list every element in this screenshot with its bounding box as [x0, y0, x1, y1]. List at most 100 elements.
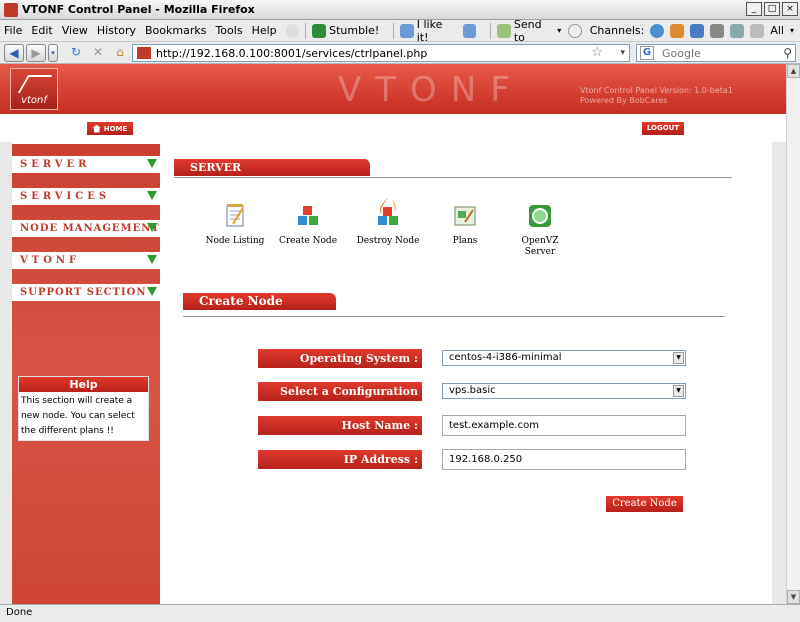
google-icon[interactable]: G [640, 46, 654, 60]
sidebar-item-label: NODE MANAGEMENT [20, 223, 160, 234]
version-line: Vtonf Control Panel Version: 1.0-beta1 [580, 86, 733, 95]
vertical-scrollbar[interactable]: ▲ ▼ [786, 64, 800, 604]
os-select-value: centos-4-i386-minimal [449, 352, 562, 363]
url-dropdown-icon[interactable]: ▾ [620, 45, 625, 61]
photos-icon[interactable] [690, 23, 705, 38]
menu-edit[interactable]: Edit [31, 24, 52, 37]
sidebar-item-node-management[interactable]: NODE MANAGEMENT [12, 220, 160, 237]
send-to-button[interactable]: Send to ▾ [497, 18, 582, 44]
tv-icon[interactable] [710, 23, 725, 38]
fire-cubes-icon [374, 198, 402, 230]
divider [183, 316, 725, 317]
scroll-down-icon[interactable]: ▼ [787, 590, 800, 604]
menu-history[interactable]: History [97, 24, 136, 37]
sidebar-item-support-section[interactable]: SUPPORT SECTION [12, 284, 160, 301]
home-button[interactable]: HOME [87, 122, 133, 135]
separator [305, 22, 307, 39]
openvz-icon [526, 202, 554, 230]
separator [490, 22, 492, 39]
history-dropdown[interactable]: ▾ [48, 43, 58, 62]
tag-icon[interactable] [750, 23, 765, 38]
create-node-tool[interactable]: Create Node [273, 202, 343, 247]
globe-icon[interactable] [650, 23, 665, 38]
news-icon[interactable] [730, 23, 745, 38]
ip-address-input[interactable] [442, 449, 686, 470]
people-icon[interactable] [670, 23, 685, 38]
minimize-button[interactable]: _ [746, 2, 762, 16]
notepad-icon [221, 202, 249, 230]
stumble-label: Stumble! [329, 24, 380, 37]
like-button[interactable]: I like it! [400, 17, 477, 44]
menu-file[interactable]: File [4, 24, 22, 37]
menu-help[interactable]: Help [252, 24, 277, 37]
search-box[interactable]: G ⚲ [636, 44, 796, 62]
host-name-input[interactable] [442, 415, 686, 436]
destroy-node-tool[interactable]: Destroy Node [353, 198, 423, 247]
menu-bookmarks[interactable]: Bookmarks [145, 24, 206, 37]
stumble-gear-icon[interactable] [285, 23, 300, 38]
os-label: Operating System : [258, 349, 422, 368]
sidebar-item-server[interactable]: SERVER [12, 156, 160, 173]
forward-button[interactable]: ▶ [26, 43, 46, 62]
version-info: Vtonf Control Panel Version: 1.0-beta1 P… [580, 86, 733, 106]
plans-icon [451, 202, 479, 230]
stumbleupon-icon [312, 23, 327, 38]
menu-tools[interactable]: Tools [215, 24, 242, 37]
config-select-value: vps.basic [449, 385, 496, 396]
help-box: Help This section will create a new node… [18, 376, 149, 441]
sidebar-item-vtonf[interactable]: VTONF [12, 252, 160, 269]
logo-text: vtonf [21, 95, 47, 106]
maximize-button[interactable]: □ [764, 2, 780, 16]
back-button[interactable]: ◀ [4, 43, 24, 62]
help-title: Help [19, 377, 148, 392]
home-icon[interactable]: ⌂ [110, 44, 130, 62]
close-button[interactable]: × [782, 2, 798, 16]
chevron-down-icon[interactable]: ▾ [790, 26, 794, 35]
sidebar-item-label: SUPPORT SECTION [20, 287, 147, 298]
create-node-section-title: Create Node [183, 293, 336, 310]
menu-view[interactable]: View [62, 24, 88, 37]
sidebar-item-services[interactable]: SERVICES [12, 188, 160, 205]
all-channels[interactable]: All [770, 24, 784, 37]
search-input[interactable] [662, 46, 772, 60]
thumbs-down-icon[interactable] [463, 23, 477, 38]
comment-icon[interactable] [568, 23, 582, 38]
chevron-down-icon: ▾ [557, 26, 562, 35]
expand-arrow-icon [147, 287, 157, 296]
openvz-server-tool[interactable]: OpenVZ Server [505, 202, 575, 258]
reload-icon[interactable]: ↻ [66, 44, 86, 62]
sidebar-item-label: SERVICES [20, 191, 111, 202]
expand-arrow-icon [147, 223, 157, 232]
stop-icon[interactable]: ✕ [88, 44, 108, 62]
plans-tool[interactable]: Plans [430, 202, 500, 247]
tool-label: Create Node [278, 236, 338, 246]
os-select[interactable]: centos-4-i386-minimal ▼ [442, 350, 686, 366]
config-label: Select a Configuration file: [258, 382, 422, 417]
host-name-label: Host Name : [258, 416, 422, 435]
scroll-up-icon[interactable]: ▲ [787, 64, 800, 78]
window-controls: _ □ × [746, 2, 798, 16]
tool-label: Destroy Node [356, 236, 420, 246]
chevron-down-icon: ▼ [673, 385, 684, 397]
url-bar[interactable]: http://192.168.0.100:8001/services/ctrlp… [132, 44, 630, 62]
vtonf-logo[interactable]: vtonf [10, 68, 58, 110]
divider [174, 177, 732, 178]
expand-arrow-icon [147, 159, 157, 168]
config-select[interactable]: vps.basic ▼ [442, 383, 686, 399]
chevron-down-icon: ▼ [673, 352, 684, 364]
site-favicon-icon [137, 47, 151, 59]
node-listing-tool[interactable]: Node Listing [200, 202, 270, 247]
bookmark-star-icon[interactable]: ☆ [591, 45, 603, 61]
ip-address-label: IP Address : [258, 450, 422, 469]
create-node-button[interactable]: Create Node [606, 496, 683, 512]
menu-bar: File Edit View History Bookmarks Tools H… [0, 17, 800, 44]
like-label: I like it! [416, 17, 443, 44]
logout-button[interactable]: LOGOUT [642, 122, 684, 135]
site-header: vtonf VTONF Vtonf Control Panel Version:… [0, 64, 786, 114]
tool-label: Node Listing [205, 236, 265, 246]
stumble-button[interactable]: Stumble! [312, 23, 380, 38]
cubes-icon [294, 202, 322, 230]
navigation-toolbar: ◀ ▶ ▾ ↻ ✕ ⌂ http://192.168.0.100:8001/se… [0, 42, 800, 64]
search-icon[interactable]: ⚲ [783, 45, 792, 61]
status-text: Done [6, 607, 33, 618]
